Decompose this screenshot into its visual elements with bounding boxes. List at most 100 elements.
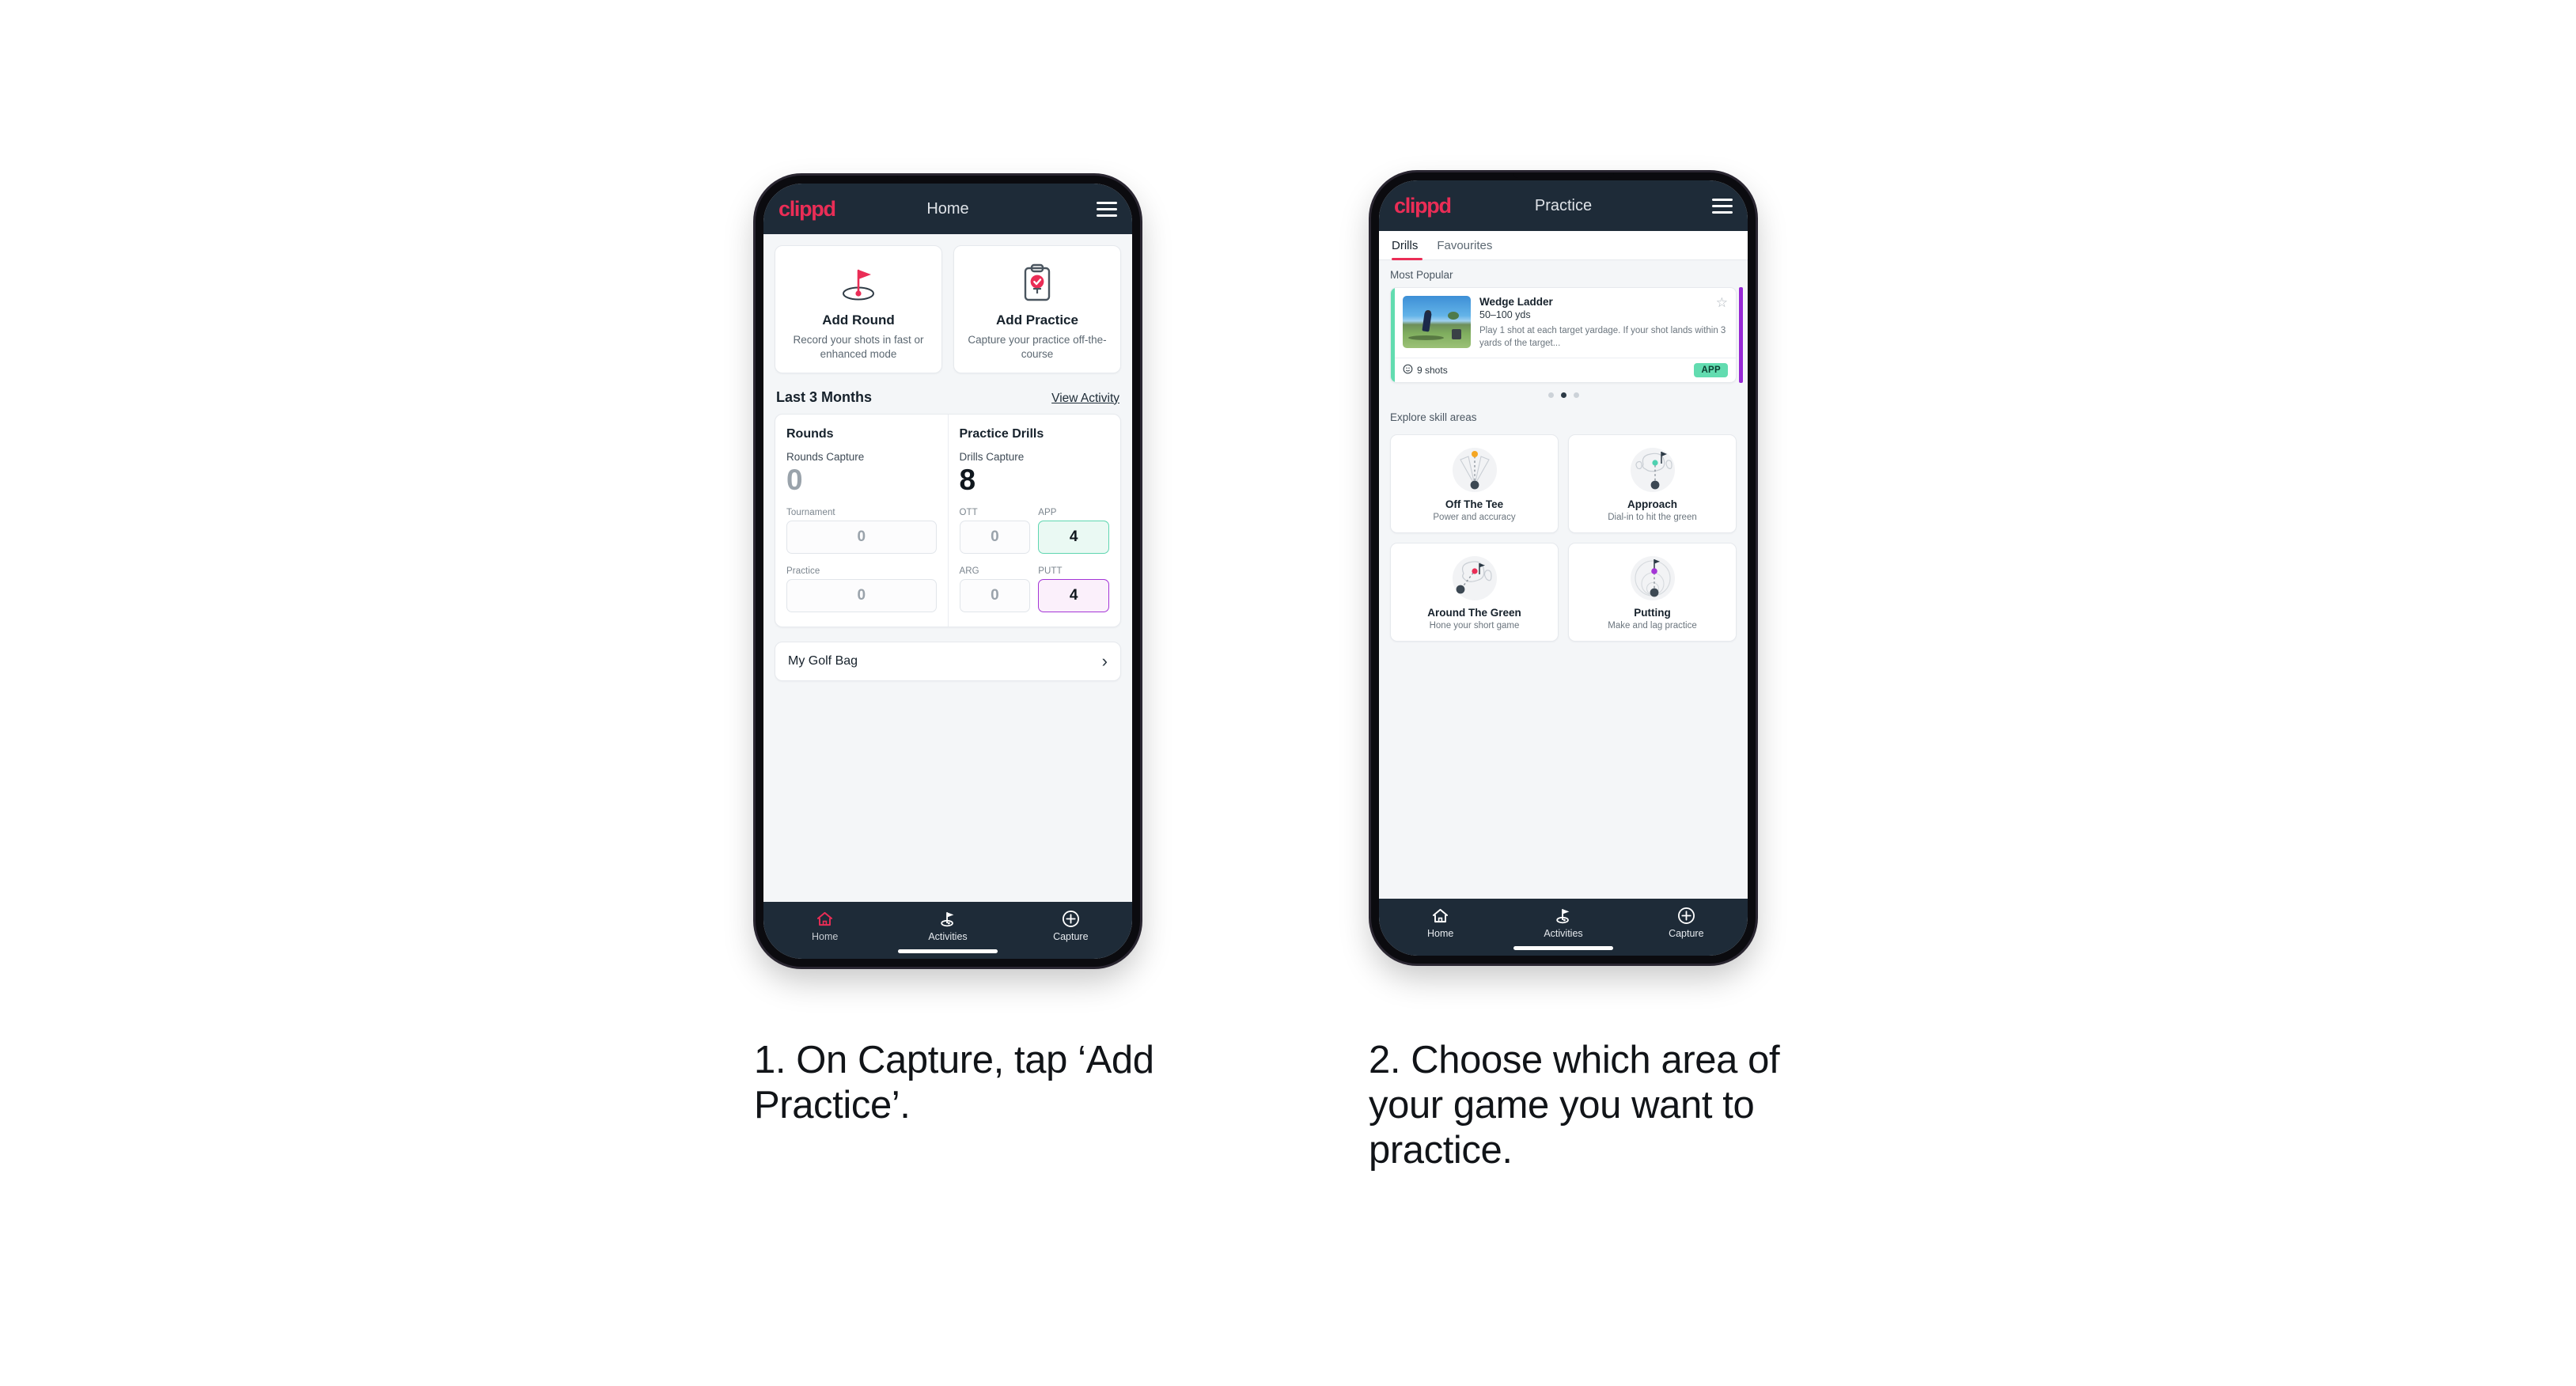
skill-card-off-the-tee[interactable]: Off The Tee Power and accuracy [1390, 434, 1559, 533]
approach-green-icon [1574, 445, 1731, 495]
stat-ott-label: OTT [959, 508, 978, 518]
section-title: Last 3 Months [776, 388, 873, 405]
drill-card-footer: 9 shots APP [1391, 357, 1736, 382]
tab-favourites[interactable]: Favourites [1427, 231, 1502, 259]
app-bar: clippd Home [763, 184, 1132, 234]
skill-title: Approach [1627, 498, 1677, 510]
tab-drills[interactable]: Drills [1390, 231, 1427, 260]
rounds-practice-row: Practice 0 [786, 566, 937, 613]
skill-subtitle: Dial-in to hit the green [1608, 512, 1697, 522]
home-icon [763, 909, 886, 928]
drill-shots-label: 9 shots [1417, 364, 1448, 376]
my-golf-bag-label: My Golf Bag [788, 654, 858, 668]
stat-practice-label: Practice [786, 566, 820, 577]
clippd-logo[interactable]: clippd [778, 198, 836, 220]
skill-subtitle: Hone your short game [1429, 620, 1520, 631]
drill-description: Play 1 shot at each target yardage. If y… [1479, 326, 1726, 348]
most-popular-label: Most Popular [1390, 269, 1453, 281]
golf-flag-icon [1502, 906, 1624, 925]
add-round-card[interactable]: Add Round Record your shots in fast or e… [775, 245, 942, 373]
drill-yardage: 50–100 yds [1479, 309, 1531, 320]
stat-ott[interactable]: OTT 0 [959, 508, 1031, 555]
tab-drills-label: Drills [1392, 239, 1419, 252]
stat-putt-label: PUTT [1038, 566, 1063, 577]
stat-tournament[interactable]: Tournament 0 [786, 508, 937, 555]
stat-app-value: 4 [1038, 521, 1109, 555]
drill-shots: 9 shots [1403, 364, 1448, 377]
practice-tabs: Drills Favourites [1379, 231, 1748, 260]
stat-putt-value: 4 [1038, 579, 1109, 613]
practice-drills-column: Practice Drills Drills Capture 8 OTT 0 A… [947, 414, 1121, 627]
caption-step-2: 2. Choose which area of your game you wa… [1369, 1039, 1780, 1172]
drills-row-2: ARG 0 PUTT 4 [959, 566, 1109, 613]
hamburger-icon[interactable] [1097, 201, 1117, 217]
add-practice-subtitle: Capture your practice off-the-course [968, 334, 1107, 360]
nav-item-capture[interactable]: Capture [1010, 909, 1132, 942]
carousel-dot-3[interactable] [1573, 392, 1579, 398]
nav-label-activities: Activities [1544, 928, 1583, 939]
drill-card-wedge-ladder[interactable]: Wedge Ladder 50–100 yds ☆ Play 1 shot at… [1390, 287, 1737, 383]
clippd-logo[interactable]: clippd [1394, 195, 1452, 217]
rounds-column: Rounds Rounds Capture 0 Tournament 0 Pra… [775, 415, 948, 627]
skill-card-approach[interactable]: Approach Dial-in to hit the green [1568, 434, 1737, 533]
stat-tournament-value: 0 [786, 521, 937, 555]
caption-step-1: 1. On Capture, tap ‘Add Practice’. [754, 1039, 1154, 1127]
next-drill-card-accent[interactable] [1739, 287, 1743, 383]
stat-arg-value: 0 [959, 579, 1031, 613]
phone-mockup-practice: clippd Practice Drills Favourites Most P… [1371, 172, 1756, 964]
nav-item-capture[interactable]: Capture [1625, 906, 1748, 939]
stat-arg[interactable]: ARG 0 [959, 566, 1031, 613]
drill-thumbnail [1403, 296, 1471, 348]
add-practice-card[interactable]: Add Practice Capture your practice off-t… [953, 245, 1121, 373]
nav-label-capture: Capture [1053, 931, 1089, 942]
nav-item-home[interactable]: Home [1379, 906, 1502, 939]
skill-subtitle: Make and lag practice [1608, 620, 1697, 631]
add-round-subtitle: Record your shots in fast or enhanced mo… [793, 334, 924, 360]
stat-arg-label: ARG [959, 566, 979, 577]
drill-accent-bar [1391, 288, 1395, 382]
stat-practice-value: 0 [786, 579, 937, 613]
golf-flag-icon [886, 909, 1009, 928]
last-3-months-header: Last 3 Months View Activity [763, 373, 1132, 414]
drills-capture-value: 8 [959, 463, 976, 496]
stat-putt[interactable]: PUTT 4 [1038, 566, 1109, 613]
view-activity-link[interactable]: View Activity [1051, 392, 1119, 406]
drill-carousel[interactable]: Wedge Ladder 50–100 yds ☆ Play 1 shot at… [1379, 287, 1748, 383]
carousel-dot-2[interactable] [1560, 392, 1566, 398]
star-outline-icon[interactable]: ☆ [1716, 296, 1728, 309]
app-bar: clippd Practice [1379, 180, 1748, 231]
hamburger-icon[interactable] [1712, 198, 1733, 214]
skill-card-around-the-green[interactable]: Around The Green Hone your short game [1390, 542, 1559, 642]
stat-app-label: APP [1038, 508, 1057, 518]
carousel-dot-1[interactable] [1547, 392, 1554, 398]
carousel-dots [1379, 383, 1748, 403]
skill-title: Around The Green [1427, 606, 1521, 619]
explore-skill-areas-label: Explore skill areas [1390, 411, 1477, 423]
skill-card-putting[interactable]: Putting Make and lag practice [1568, 542, 1737, 642]
stat-app[interactable]: APP 4 [1038, 508, 1109, 555]
nav-label-home: Home [1426, 928, 1454, 939]
my-golf-bag-row[interactable]: My Golf Bag › [775, 642, 1121, 682]
skill-areas-grid: Off The Tee Power and accuracy Approach … [1379, 430, 1748, 653]
phone-screen-practice: clippd Practice Drills Favourites Most P… [1379, 180, 1748, 956]
stats-panel: Rounds Rounds Capture 0 Tournament 0 Pra… [775, 413, 1121, 628]
short-game-green-icon [1396, 553, 1553, 604]
stat-practice[interactable]: Practice 0 [786, 566, 937, 613]
drill-skill-badge: APP [1694, 362, 1728, 377]
clock-icon [1403, 364, 1413, 377]
nav-item-activities[interactable]: Activities [886, 909, 1009, 942]
nav-label-activities: Activities [928, 931, 968, 942]
rounds-title: Rounds [786, 426, 834, 441]
plus-circle-icon [1010, 909, 1132, 928]
phone-mockup-home: clippd Home Add Round Record your shots … [756, 176, 1140, 967]
drill-card-top: Wedge Ladder 50–100 yds ☆ Play 1 shot at… [1391, 288, 1736, 358]
nav-item-home[interactable]: Home [763, 909, 886, 942]
nav-item-activities[interactable]: Activities [1502, 906, 1624, 939]
drills-row-1: OTT 0 APP 4 [959, 508, 1109, 555]
phone-notch [1513, 172, 1614, 178]
drills-capture-label: Drills Capture [959, 450, 1025, 463]
phone-screen-home: clippd Home Add Round Record your shots … [763, 184, 1132, 959]
rounds-capture-value: 0 [786, 463, 803, 496]
skill-title: Putting [1634, 606, 1671, 619]
drill-title: Wedge Ladder [1479, 296, 1553, 308]
